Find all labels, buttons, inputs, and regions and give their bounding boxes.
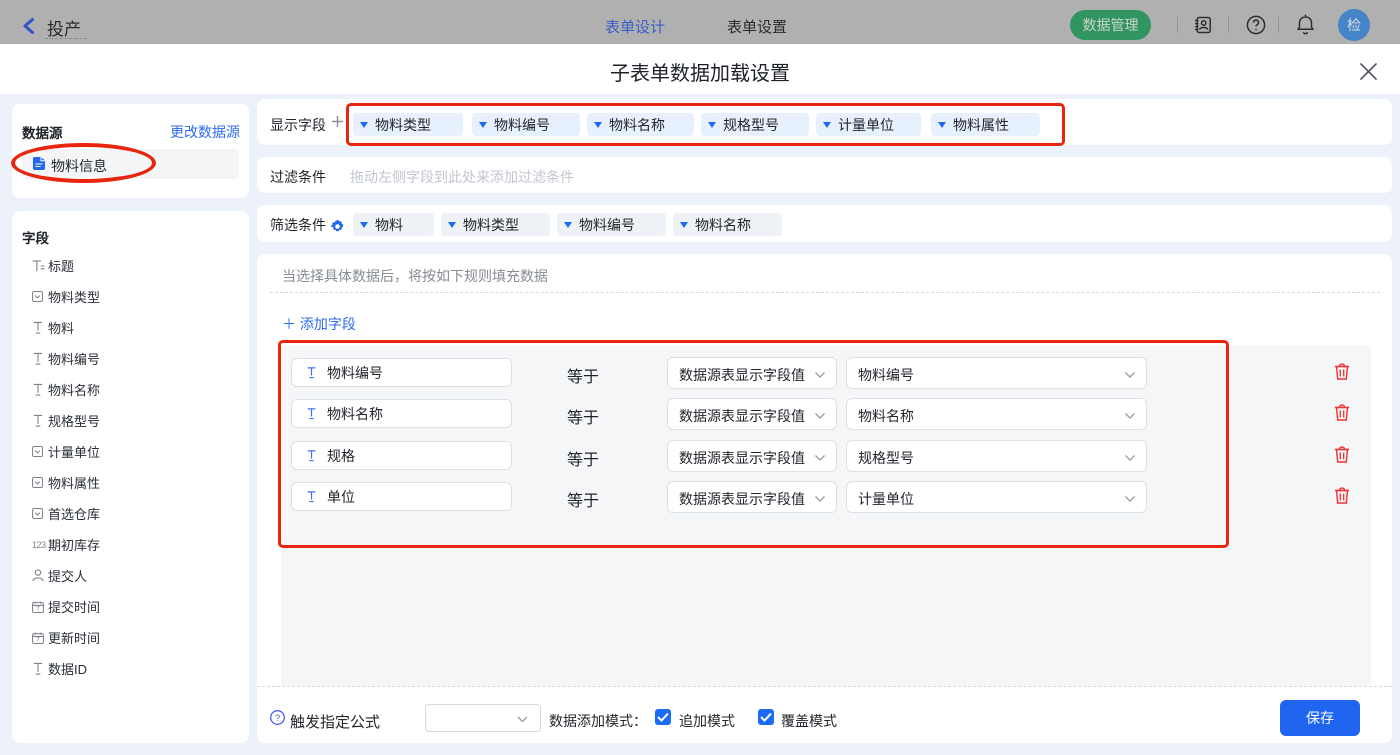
svg-text:7: 7 xyxy=(36,637,40,643)
svg-text:?: ? xyxy=(275,713,280,724)
svg-text:7: 7 xyxy=(36,606,40,612)
